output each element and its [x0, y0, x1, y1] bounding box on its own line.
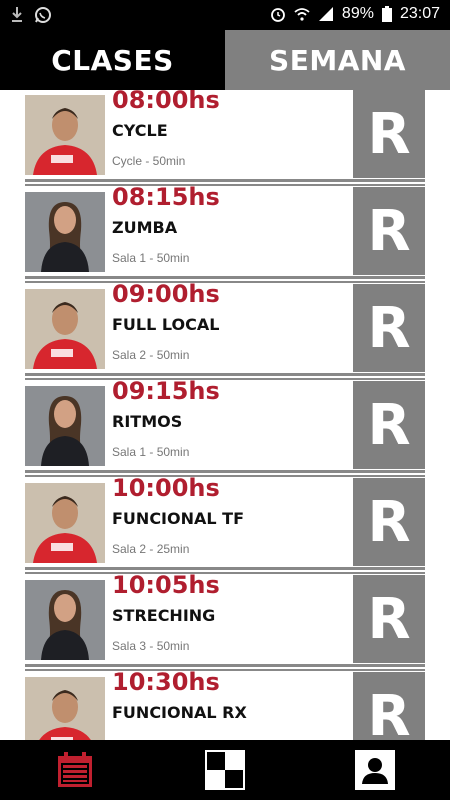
class-time: 08:15hs [112, 183, 220, 211]
instructor-avatar [25, 192, 105, 272]
class-row[interactable]: 08:15hs ZUMBA Sala 1 - 50min R [25, 183, 425, 275]
signal-icon [318, 7, 333, 21]
wifi-icon [294, 8, 310, 21]
row-divider [25, 372, 425, 381]
instructor-avatar [25, 483, 105, 563]
class-row[interactable]: 09:00hs FULL LOCAL Sala 2 - 50min R [25, 280, 425, 372]
instructor-avatar [25, 677, 105, 740]
reserve-button[interactable]: R [353, 575, 425, 663]
class-row[interactable]: 09:15hs RITMOS Sala 1 - 50min R [25, 377, 425, 469]
instructor-avatar [25, 386, 105, 466]
tab-bar: CLASES SEMANA [0, 30, 450, 90]
class-name: FUNCIONAL RX [112, 703, 247, 722]
instructor-avatar [25, 289, 105, 369]
class-time: 10:00hs [112, 474, 220, 502]
class-name: ZUMBA [112, 218, 178, 237]
tab-semana[interactable]: SEMANA [225, 30, 450, 90]
class-name: CYCLE [112, 121, 168, 140]
class-row[interactable]: 08:00hs CYCLE Cycle - 50min R [25, 90, 425, 178]
class-room-duration: Sala 2 - 50min [112, 348, 190, 362]
class-room-duration: Sala 3 - 50min [112, 639, 190, 653]
row-divider [25, 663, 425, 672]
reserve-button[interactable]: R [353, 90, 425, 178]
instructor-avatar [25, 95, 105, 175]
class-time: 08:00hs [112, 90, 220, 114]
class-row[interactable]: 10:05hs STRECHING Sala 3 - 50min R [25, 571, 425, 663]
reserve-button[interactable]: R [353, 478, 425, 566]
row-divider [25, 275, 425, 284]
reserve-button[interactable]: R [353, 187, 425, 275]
instructor-avatar [25, 580, 105, 660]
whatsapp-icon [35, 7, 51, 23]
calendar-icon[interactable] [55, 750, 95, 790]
class-name: STRECHING [112, 606, 216, 625]
row-divider [25, 178, 425, 187]
class-name: FUNCIONAL TF [112, 509, 244, 528]
reserve-button[interactable]: R [353, 672, 425, 740]
battery-icon [381, 6, 392, 22]
bottom-navigation [0, 740, 450, 800]
class-name: RITMOS [112, 412, 183, 431]
class-time: 09:00hs [112, 280, 220, 308]
class-time: 10:05hs [112, 571, 220, 599]
reserve-button[interactable]: R [353, 284, 425, 372]
class-name: FULL LOCAL [112, 315, 220, 334]
class-row[interactable]: 10:30hs FUNCIONAL RX R [25, 668, 425, 740]
class-list[interactable]: 08:00hs CYCLE Cycle - 50min R 08:15hs ZU… [0, 90, 450, 740]
checker-icon[interactable] [205, 750, 245, 790]
class-room-duration: Sala 1 - 50min [112, 445, 190, 459]
status-bar: 89% 23:07 [0, 0, 450, 30]
alarm-icon [271, 8, 285, 22]
class-time: 10:30hs [112, 668, 220, 696]
download-icon [12, 7, 22, 22]
profile-icon[interactable] [355, 750, 395, 790]
class-time: 09:15hs [112, 377, 220, 405]
reserve-button[interactable]: R [353, 381, 425, 469]
class-room-duration: Cycle - 50min [112, 154, 186, 168]
row-divider [25, 469, 425, 478]
battery-percentage: 89% [341, 5, 374, 22]
class-room-duration: Sala 2 - 25min [112, 542, 190, 556]
class-room-duration: Sala 1 - 50min [112, 251, 190, 265]
class-row[interactable]: 10:00hs FUNCIONAL TF Sala 2 - 25min R [25, 474, 425, 566]
clock: 23:07 [399, 5, 440, 22]
row-divider [25, 566, 425, 575]
tab-clases[interactable]: CLASES [0, 30, 225, 90]
